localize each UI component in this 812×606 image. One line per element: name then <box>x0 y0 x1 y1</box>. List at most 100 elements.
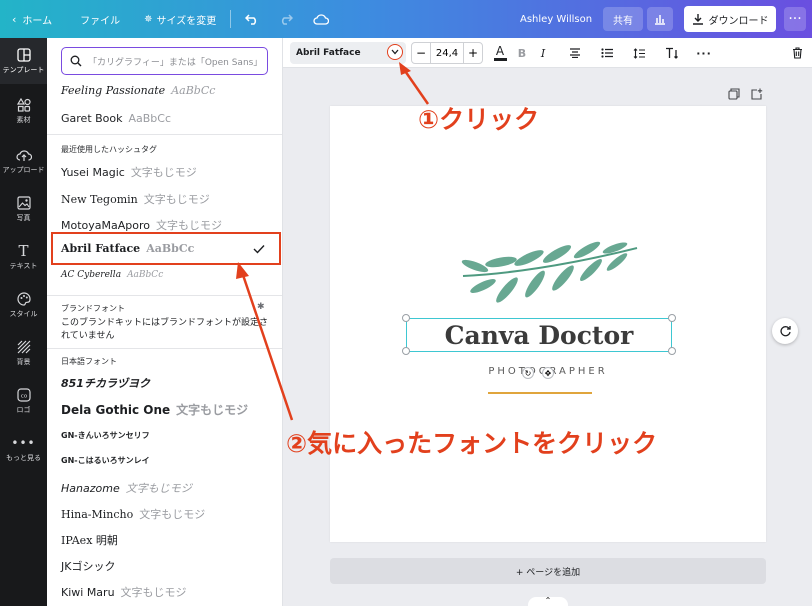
font-item-new-tegomin[interactable]: New Tegomin 文字もじモジ <box>61 191 210 207</box>
font-item-ac-cyberella[interactable]: AC Cyberella AaBbCc <box>61 270 163 280</box>
font-item-851-chikarazuyoku[interactable]: 851チカラヅヨク <box>61 375 150 391</box>
bar-chart-icon <box>655 15 665 25</box>
chevron-left-icon: ‹ <box>12 12 17 26</box>
annotation-step1: ①クリック <box>418 105 540 134</box>
font-item-abril-fatface[interactable]: Abril Fatface AaBbCc <box>61 242 194 255</box>
font-sample: AaBbCc <box>146 242 195 255</box>
font-sample: 文字もじモジ <box>130 166 197 179</box>
text-effects-icon <box>666 47 678 59</box>
nav-text[interactable]: T テキスト <box>0 234 47 280</box>
text-color-button[interactable]: A <box>491 42 509 64</box>
nav-more[interactable]: ••• もっと見る <box>0 426 47 472</box>
add-page-button[interactable]: + ページを追加 <box>330 558 766 584</box>
font-name: GN-きんいろサンセリフ <box>61 431 150 440</box>
cloud-save-button[interactable] <box>303 0 339 38</box>
selected-title-text[interactable]: Canva Doctor <box>406 318 672 352</box>
increase-size-button[interactable]: + <box>464 46 482 60</box>
font-item-dela-gothic-one[interactable]: Dela Gothic One 文字もじモジ <box>61 401 248 418</box>
insights-button[interactable] <box>647 7 673 31</box>
nav-photos[interactable]: 写真 <box>0 186 47 232</box>
nav-label: テンプレート <box>2 65 45 74</box>
font-panel: 「カリグラフィー」または「Open Sans」 Feeling Passiona… <box>47 38 283 606</box>
section-heading-recent: 最近使用したハッシュタグ <box>61 145 157 154</box>
bullet-list-icon <box>600 48 613 58</box>
top-bar: ‹ ホーム ファイル ✵ サイズを変更 Ashley Willson 共有 ダウ… <box>0 0 812 38</box>
home-button[interactable]: ‹ ホーム <box>0 0 62 38</box>
font-sample: 文字もじモジ <box>139 508 206 521</box>
text-color-icon: A <box>495 44 505 58</box>
font-size-input[interactable]: 24,4 <box>430 43 464 63</box>
font-dropdown-button[interactable] <box>387 44 403 60</box>
decrease-size-button[interactable]: − <box>412 46 430 60</box>
undo-button[interactable] <box>235 0 269 38</box>
leaf-illustration <box>461 241 638 303</box>
move-handle[interactable]: ✥ <box>542 367 554 379</box>
more-toolbar-button[interactable]: ··· <box>695 42 713 64</box>
delete-button[interactable] <box>789 42 805 64</box>
move-icon: ✥ <box>544 368 552 378</box>
rotate-handle[interactable]: ↻ <box>522 367 534 379</box>
spacing-button[interactable] <box>631 42 647 64</box>
font-item-yusei-magic[interactable]: Yusei Magic 文字もじモジ <box>61 164 197 180</box>
redo-button[interactable] <box>269 0 303 38</box>
resize-handle[interactable] <box>402 347 410 355</box>
font-item-gn-kiniro[interactable]: GN-きんいろサンセリフ <box>61 430 150 441</box>
template-icon <box>16 47 32 62</box>
font-family-value: Abril Fatface <box>296 48 361 58</box>
nav-label: 背景 <box>16 357 31 366</box>
nav-templates[interactable]: テンプレート <box>0 38 47 84</box>
search-placeholder: 「カリグラフィー」または「Open Sans」 <box>88 57 263 68</box>
align-button[interactable] <box>567 42 583 64</box>
file-menu-button[interactable]: ファイル <box>70 0 130 38</box>
list-button[interactable] <box>599 42 615 64</box>
nav-background[interactable]: 背景 <box>0 330 47 376</box>
nav-label: アップロード <box>2 165 45 174</box>
font-item-garet-book[interactable]: Garet Book AaBbCc <box>61 112 171 125</box>
resize-handle[interactable] <box>668 347 676 355</box>
download-button[interactable]: ダウンロード <box>684 6 776 32</box>
font-item-kiwi-maru[interactable]: Kiwi Maru 文字もじモジ <box>61 584 187 600</box>
resize-handle[interactable] <box>402 314 410 322</box>
nav-styles[interactable]: スタイル <box>0 282 47 328</box>
font-item-motoya-maaporo[interactable]: MotoyaMaAporo 文字もじモジ <box>61 217 222 233</box>
nav-elements[interactable]: 素材 <box>0 88 47 134</box>
checkmark-icon <box>253 245 265 254</box>
font-sample: 文字もじモジ <box>156 219 222 232</box>
font-item-ipaex-mincho[interactable]: IPAex 明朝 <box>61 532 118 548</box>
resize-button[interactable]: ✵ サイズを変更 <box>134 0 226 38</box>
bold-button[interactable]: B <box>514 42 530 64</box>
nav-label: 素材 <box>16 115 31 124</box>
font-item-gn-koharuiro[interactable]: GN-こはるいろサンレイ <box>61 455 150 466</box>
nav-uploads[interactable]: アップロード <box>0 138 47 184</box>
nav-label: ロゴ <box>16 405 31 414</box>
font-name: New Tegomin <box>61 193 138 206</box>
section-divider <box>47 134 282 135</box>
undo-icon <box>245 14 257 25</box>
align-center-icon <box>570 48 580 58</box>
font-item-hanazome[interactable]: Hanazome 文字もじモジ <box>61 480 192 496</box>
share-button[interactable]: 共有 <box>603 7 643 31</box>
user-name[interactable]: Ashley Willson <box>520 0 592 38</box>
text-effects-button[interactable] <box>663 42 681 64</box>
font-name: Feeling Passionate <box>61 84 166 97</box>
italic-button[interactable]: I <box>535 42 551 64</box>
add-page-icon-button[interactable] <box>750 87 764 101</box>
download-label: ダウンロード <box>708 15 769 27</box>
font-name: Kiwi Maru <box>61 586 115 599</box>
more-options-button[interactable]: ··· <box>784 7 806 31</box>
font-name: Hina-Mincho <box>61 508 134 521</box>
font-item-feeling-passionate[interactable]: Feeling Passionate AaBbCc <box>61 84 215 97</box>
duplicate-page-button[interactable] <box>727 87 741 101</box>
resize-handle[interactable] <box>668 314 676 322</box>
page-scroll-handle[interactable]: ⌃ <box>528 597 568 606</box>
font-item-jk-gothic[interactable]: JKゴシック <box>61 558 115 574</box>
refresh-button[interactable] <box>772 318 798 344</box>
background-icon <box>16 340 32 354</box>
font-name: Yusei Magic <box>61 166 125 179</box>
nav-logos[interactable]: co ロゴ <box>0 378 47 424</box>
font-item-hina-mincho[interactable]: Hina-Mincho 文字もじモジ <box>61 506 205 522</box>
more-icon: ••• <box>11 435 36 450</box>
nav-label: スタイル <box>9 309 38 318</box>
font-search-input[interactable]: 「カリグラフィー」または「Open Sans」 <box>61 47 268 75</box>
nav-label: テキスト <box>9 261 38 270</box>
